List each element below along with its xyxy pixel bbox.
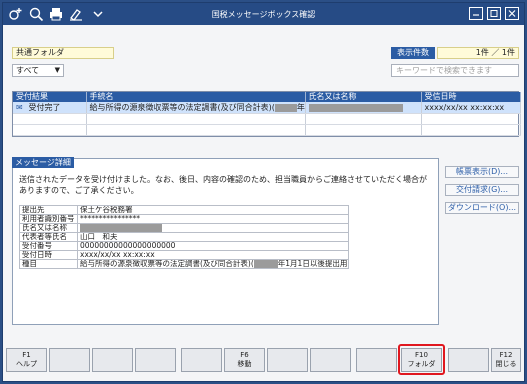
grid-header: 受付結果 手続名 氏名又は名称 受信日時: [13, 92, 521, 102]
status-text: 受付完了: [28, 103, 61, 112]
window-title: 国税メッセージボックス確認: [211, 10, 316, 19]
f5-button[interactable]: [181, 348, 222, 372]
message-detail-panel: 送信されたデータを受け付けました。なお、後日、内容の確認のため、担当職員からご連…: [12, 158, 439, 325]
redacted-block: [253, 260, 278, 268]
f2-button[interactable]: [49, 348, 90, 372]
column-header[interactable]: 手続名: [86, 92, 306, 102]
column-header[interactable]: 受付結果: [13, 92, 87, 102]
info-row: 利用者識別番号 ****************: [19, 214, 349, 224]
chevron-down-icon: ▼: [54, 66, 60, 74]
procedure-prefix: 給与所得の源泉徴収票等の法定調書(及び同合計表)(: [89, 103, 275, 112]
count-label: 表示件数: [391, 47, 435, 59]
f4-button[interactable]: [135, 348, 176, 372]
status-cell: ✉ 受付完了: [13, 102, 87, 114]
info-row: 受付番号 00000000000000000000: [19, 241, 349, 251]
table-row[interactable]: ✉ 受付完了 給与所得の源泉徴収票等の法定調書(及び同合計表)( 年1月1( xx…: [13, 102, 521, 114]
function-key-bar: F1 ヘルプ F6 移動 F10 フォルダ F12 閉じる: [6, 344, 521, 378]
filter-selected: すべて: [16, 66, 40, 75]
minimize-icon[interactable]: [469, 7, 483, 20]
f7-button[interactable]: [267, 348, 308, 372]
column-header[interactable]: 受信日時: [421, 92, 521, 102]
f12-close-button[interactable]: F12 閉じる: [491, 348, 521, 372]
title-bar: 国税メッセージボックス確認: [3, 3, 524, 25]
receipt-request-button[interactable]: 交付請求(G)...: [445, 184, 519, 196]
procedure-cell: 給与所得の源泉徴収票等の法定調書(及び同合計表)( 年1月1(: [86, 102, 306, 114]
count-value: 1件 ／ 1件: [437, 47, 519, 59]
f11-button[interactable]: [448, 348, 489, 372]
highlight-frame: [398, 344, 445, 375]
table-row[interactable]: [13, 113, 521, 125]
folder-name: 共通フォルダ: [12, 47, 114, 59]
table-row[interactable]: [13, 124, 521, 136]
redacted-block: [274, 103, 297, 112]
name-cell: [305, 102, 422, 114]
filter-select[interactable]: すべて ▼: [12, 64, 64, 77]
search-input[interactable]: [391, 64, 519, 77]
info-row: 代表者等氏名 山口 和夫: [19, 232, 349, 242]
f9-button[interactable]: [356, 348, 397, 372]
form-display-button[interactable]: 帳票表示(D)...: [445, 166, 519, 178]
f1-help-button[interactable]: F1 ヘルプ: [6, 348, 47, 372]
download-button[interactable]: ダウンロード(O)...: [445, 202, 519, 214]
column-header[interactable]: 氏名又は名称: [305, 92, 422, 102]
f8-button[interactable]: [310, 348, 351, 372]
procedure-suffix: 年1月1(: [296, 103, 305, 112]
f3-button[interactable]: [92, 348, 133, 372]
message-grid: 受付結果 手続名 氏名又は名称 受信日時 ✉ 受付完了 給与所得の源泉徴収票等の…: [12, 91, 521, 137]
info-row: 提出先 保土ケ谷税務署: [19, 205, 349, 215]
maximize-icon[interactable]: [487, 7, 501, 20]
close-icon[interactable]: [505, 7, 519, 20]
detail-message: 送信されたデータを受け付けました。なお、後日、内容の確認のため、担当職員からご連…: [19, 175, 427, 195]
info-row: 受付日時 xxxx/xx/xx xx:xx:xx: [19, 250, 349, 260]
f6-move-button[interactable]: F6 移動: [224, 348, 265, 372]
redacted-block: [308, 103, 403, 112]
mail-icon: ✉: [16, 103, 23, 112]
received-cell: xxxx/xx/xx xx:xx:xx: [421, 102, 521, 114]
redacted-block: [80, 224, 162, 232]
detail-tab: メッセージ詳細: [12, 157, 74, 168]
info-row: 氏名又は名称: [19, 223, 349, 233]
info-row: 種目 給与所得の源泉徴収票等の法定調書(及び同合計表)(年1月1日以後提出用): [19, 259, 349, 269]
detail-info-table: 提出先 保土ケ谷税務署 利用者識別番号 **************** 氏名又は名…: [19, 205, 349, 269]
message-box-window: 国税メッセージボックス確認 共通フォルダ 表示件数 1件 ／ 1件 すべて ▼ …: [2, 2, 525, 382]
